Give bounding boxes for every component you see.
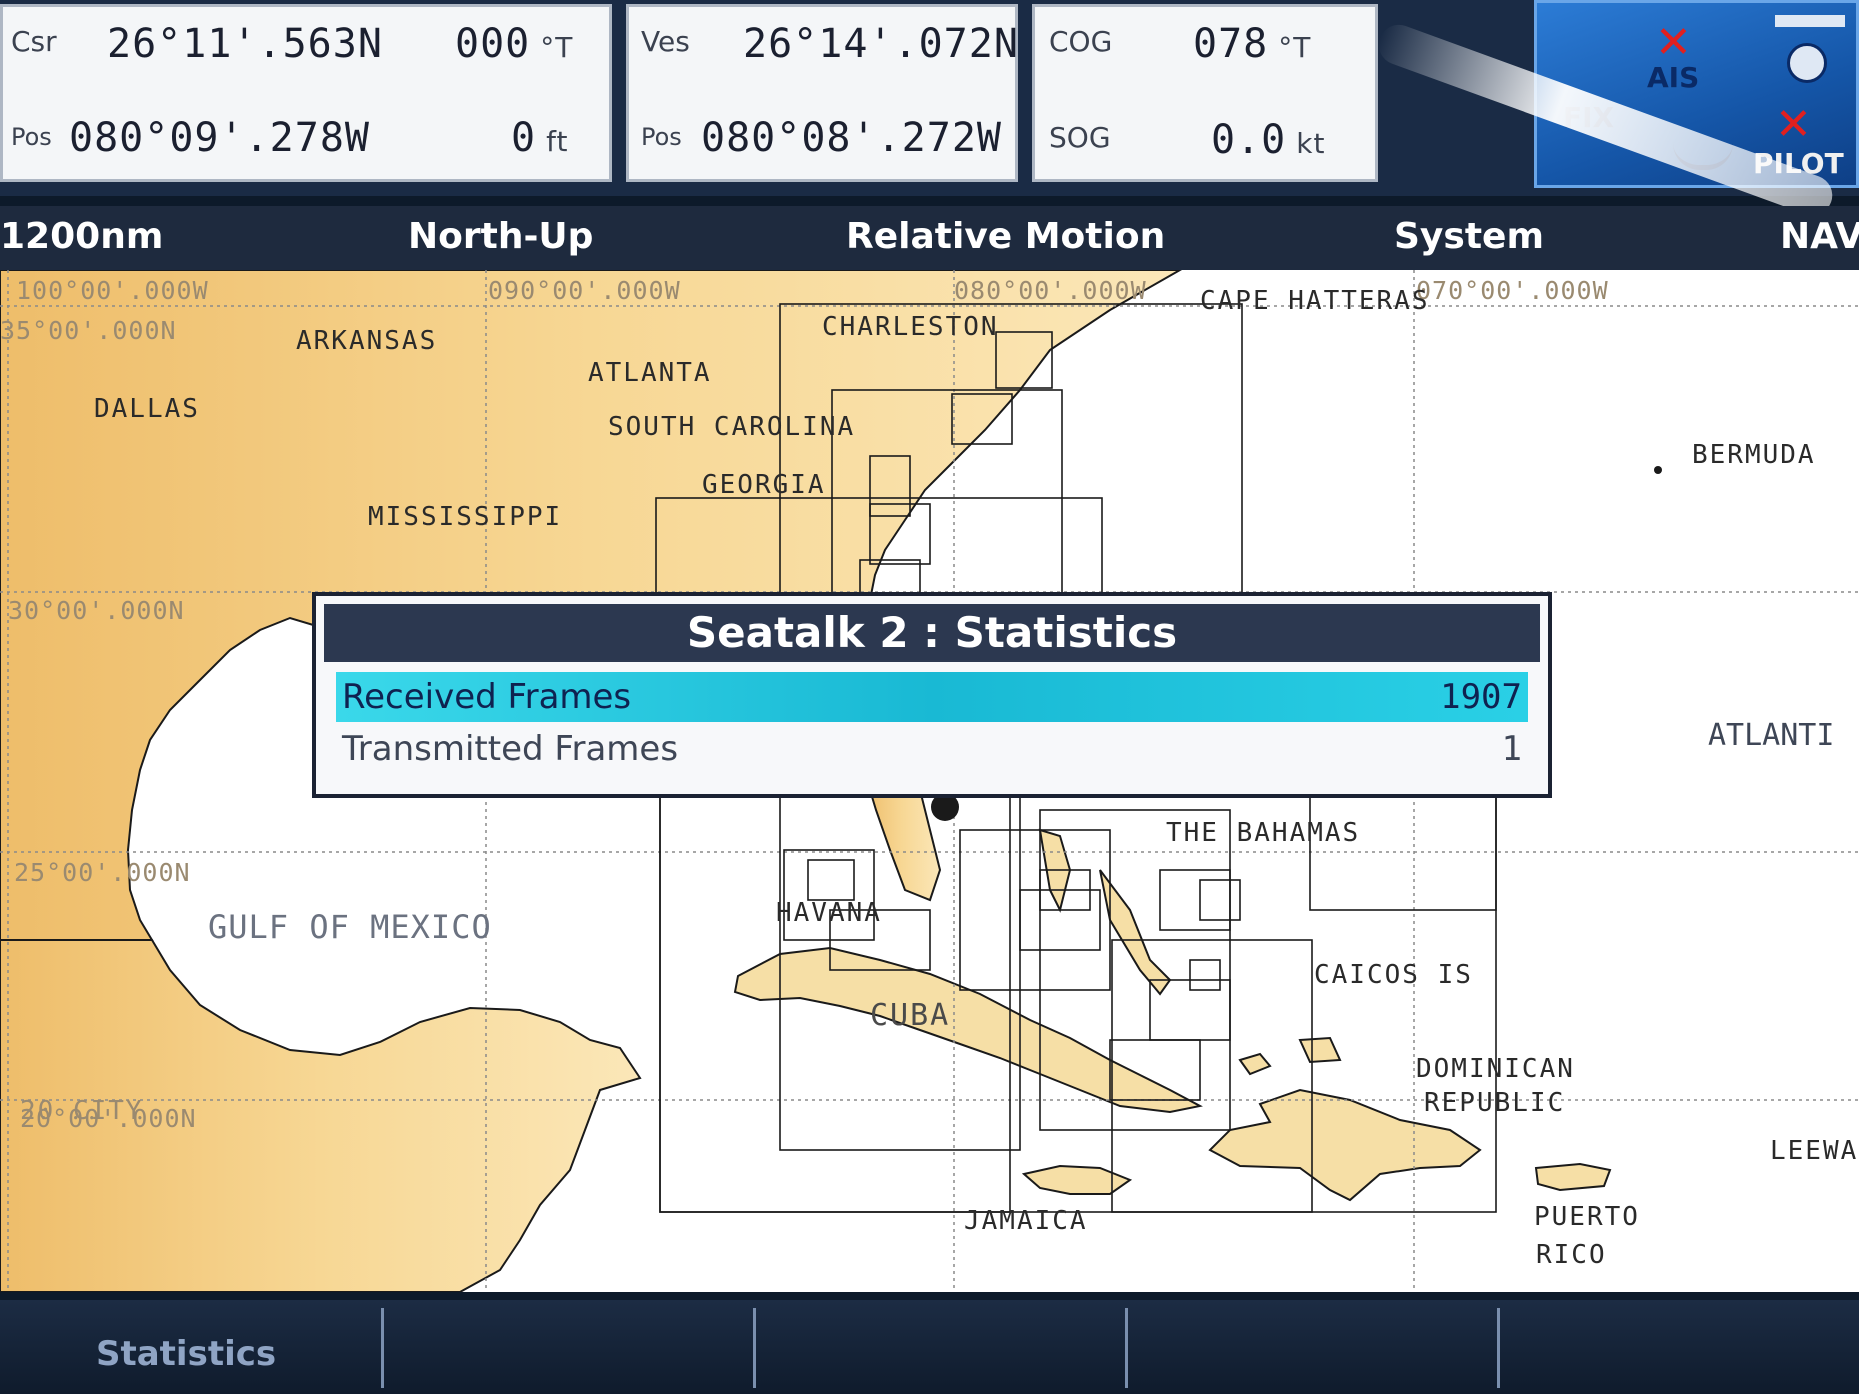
cursor-panel[interactable]: Csr 26°11'.563N 000 °T Pos 080°09'.278W 0… [0, 4, 612, 182]
label-atlanta: ATLANTA [588, 358, 712, 388]
lon-label-080: 080°00'.000W [954, 276, 1147, 305]
sog-unit: kt [1296, 127, 1326, 160]
system-button[interactable]: System [1394, 216, 1544, 257]
label-mississippi: MISSISSIPPI [368, 502, 563, 532]
ais-label: AIS [1647, 61, 1700, 94]
label-georgia: GEORGIA [702, 470, 826, 500]
cursor-range-unit: ft [546, 125, 569, 158]
label-cape-hatteras: CAPE HATTERAS [1200, 286, 1430, 316]
softkey-4[interactable] [1128, 1308, 1500, 1388]
bermuda-marker [1654, 466, 1662, 474]
orientation-button[interactable]: North-Up [408, 216, 593, 257]
received-frames-value: 1907 [1440, 677, 1522, 717]
pilot-error-icon: ✕ [1775, 99, 1812, 150]
softkey-5[interactable] [1500, 1308, 1859, 1388]
vessel-label: Ves [641, 25, 690, 58]
vessel-latitude: 26°14'.072N [743, 21, 1019, 67]
label-bermuda: BERMUDA [1692, 440, 1816, 470]
range-button[interactable]: 1200nm [0, 216, 163, 257]
label-dallas: DALLAS [94, 394, 200, 424]
cuba-landmass [733, 946, 1203, 1114]
label-puerto: PUERTO [1534, 1202, 1640, 1232]
label-gulf-of-mexico: GULF OF MEXICO [208, 908, 492, 946]
softkey-3[interactable] [756, 1308, 1128, 1388]
cursor-bearing: 000 °T [455, 21, 574, 67]
label-dominican: DOMINICAN [1416, 1054, 1575, 1084]
vessel-panel[interactable]: Ves 26°14'.072N Pos 080°08'.272W [626, 4, 1018, 182]
softkey-statistics-label: Statistics [96, 1334, 277, 1374]
dialog-title: Seatalk 2 : Statistics [324, 604, 1540, 662]
label-atlantic: ATLANTI [1708, 718, 1835, 753]
sog-label: SOG [1049, 121, 1111, 154]
cog-value: 078 °T [1193, 21, 1312, 67]
label-leeward: LEEWA [1770, 1136, 1859, 1166]
bahamas-islands [1038, 828, 1342, 1076]
lon-label-070: 070°00'.000W [1416, 276, 1609, 305]
label-jamaica: JAMAICA [964, 1206, 1088, 1236]
label-bahamas: THE BAHAMAS [1166, 818, 1361, 848]
cursor-pos-label: Pos [11, 123, 52, 151]
lat-label-30: 30°00'.000N [8, 596, 185, 625]
softkey-bar: Statistics [0, 1300, 1859, 1394]
antenna-icon [1775, 15, 1845, 27]
lon-label-090: 090°00'.000W [488, 276, 681, 305]
cog-label: COG [1049, 25, 1113, 58]
statistics-dialog: Seatalk 2 : Statistics Received Frames 1… [312, 592, 1552, 798]
label-arkansas: ARKANSAS [296, 326, 438, 356]
data-bar: Csr 26°11'.563N 000 °T Pos 080°09'.278W 0… [0, 0, 1859, 221]
transmitted-frames-label: Transmitted Frames [342, 729, 679, 769]
lat-label-35: 35°00'.000N [0, 316, 177, 345]
course-panel[interactable]: COG 078 °T SOG 0.0 kt [1032, 4, 1378, 182]
label-republic: REPUBLIC [1424, 1088, 1566, 1118]
transmitted-frames-row[interactable]: Transmitted Frames 1 [336, 724, 1528, 774]
label-mexico-city: 20 CITY [20, 1096, 144, 1126]
jamaica-landmass [1021, 1164, 1133, 1195]
sog-value: 0.0 kt [1211, 117, 1326, 163]
softkey-statistics[interactable]: Statistics [0, 1308, 384, 1388]
transmitted-frames-value: 1 [1501, 729, 1522, 769]
label-havana: HAVANA [776, 898, 882, 928]
motion-mode-button[interactable]: Relative Motion [846, 216, 1165, 257]
cursor-bearing-unit: °T [540, 31, 574, 64]
cursor-range: 0 ft [511, 115, 569, 161]
vessel-pos-label: Pos [641, 123, 682, 151]
received-frames-row[interactable]: Received Frames 1907 [336, 672, 1528, 722]
label-caicos: CAICOS IS [1314, 960, 1473, 990]
label-rico: RICO [1536, 1240, 1607, 1270]
chart-menu-bar: 1200nm North-Up Relative Motion System N… [0, 206, 1859, 270]
puerto-rico-landmass [1534, 1162, 1612, 1192]
label-cuba: CUBA [870, 998, 951, 1033]
label-charleston: CHARLESTON [822, 312, 999, 342]
label-south-carolina: SOUTH CAROLINA [608, 412, 856, 442]
softkey-2[interactable] [384, 1308, 756, 1388]
cursor-latitude: 26°11'.563N [107, 21, 383, 67]
cursor-label: Csr [11, 25, 57, 58]
cursor-longitude: 080°09'.278W [69, 115, 370, 161]
lat-label-25: 25°00'.000N [14, 858, 191, 887]
cog-unit: °T [1278, 31, 1312, 64]
gps-icon [1787, 43, 1827, 83]
nav-button[interactable]: NAV [1780, 216, 1859, 257]
vessel-longitude: 080°08'.272W [701, 115, 1002, 161]
lon-label-100: 100°00'.000W [16, 276, 209, 305]
received-frames-label: Received Frames [342, 677, 632, 717]
